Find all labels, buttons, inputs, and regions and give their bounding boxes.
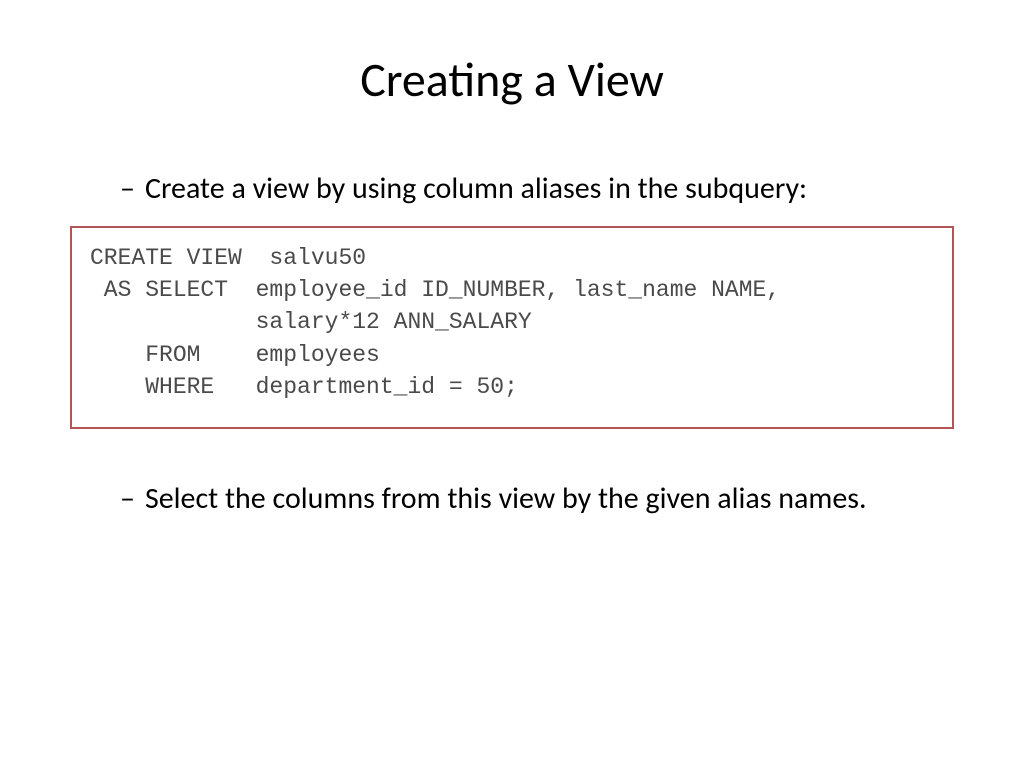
slide-container: Creating a View – Create a view by using… [0,0,1024,768]
code-block: CREATE VIEW salvu50 AS SELECT employee_i… [70,226,954,429]
bullet-item-1: – Create a view by using column aliases … [70,169,954,208]
bullet-dash: – [120,479,135,518]
bullet-text-2: Select the columns from this view by the… [145,479,867,518]
bullet-item-2: – Select the columns from this view by t… [70,479,954,518]
bullet-dash: – [120,169,135,208]
slide-title: Creating a View [70,50,954,109]
bullet-text-1: Create a view by using column aliases in… [145,169,807,208]
